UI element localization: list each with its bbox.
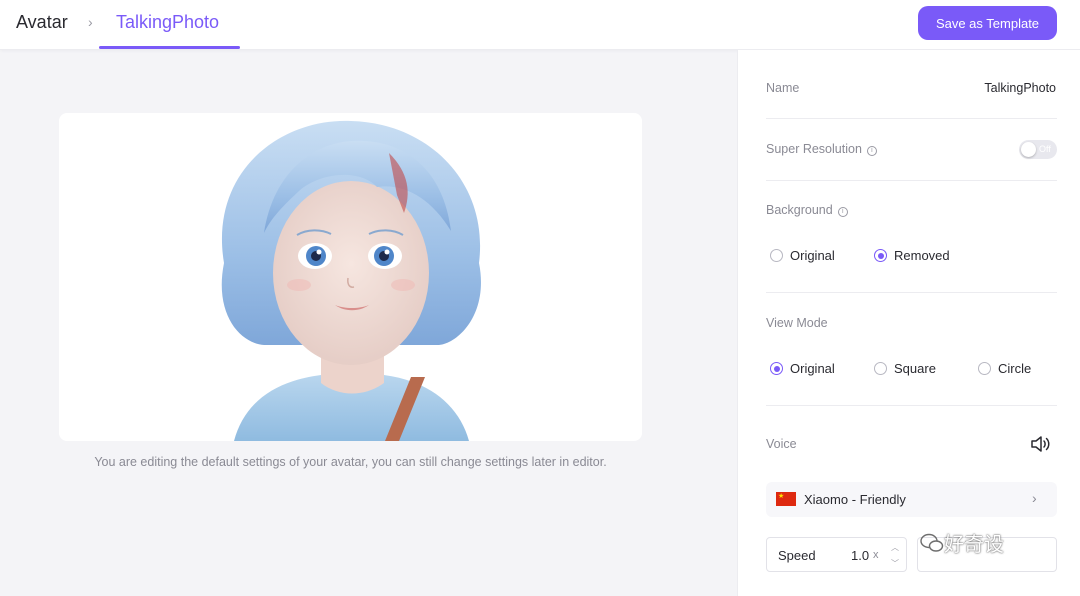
super-resolution-toggle[interactable]: Off <box>1019 140 1057 159</box>
avatar-portrait-image <box>221 120 481 441</box>
radio-unselected <box>978 362 991 375</box>
china-flag-icon: ★ <box>776 492 796 506</box>
toggle-knob <box>1021 142 1036 157</box>
speaker-icon[interactable] <box>1030 434 1050 454</box>
divider <box>766 292 1057 293</box>
watermark-text: 好奇设 <box>944 532 1004 556</box>
background-text: Background <box>766 203 833 217</box>
toggle-state-text: Off <box>1039 144 1051 154</box>
save-as-template-button[interactable]: Save as Template <box>918 6 1057 40</box>
radio-label: Square <box>894 361 936 376</box>
avatar-preview-card <box>59 113 642 441</box>
chevron-up-icon[interactable]: ︿ <box>891 542 899 553</box>
view-mode-option-original[interactable]: Original <box>770 361 835 376</box>
speed-label: Speed <box>778 548 816 563</box>
breadcrumb-separator-icon: › <box>88 14 93 30</box>
preview-caption: You are editing the default settings of … <box>94 455 607 469</box>
radio-label: Original <box>790 361 835 376</box>
background-option-original[interactable]: Original <box>770 248 835 263</box>
view-mode-option-circle[interactable]: Circle <box>978 361 1031 376</box>
voice-name: Xiaomo - Friendly <box>804 492 906 507</box>
divider <box>766 405 1057 406</box>
breadcrumb-current[interactable]: TalkingPhoto <box>116 12 219 33</box>
voice-selector[interactable]: ★ Xiaomo - Friendly › <box>766 482 1057 517</box>
background-option-removed[interactable]: Removed <box>874 248 950 263</box>
speed-unit: x <box>873 549 879 561</box>
name-value[interactable]: TalkingPhoto <box>984 81 1056 95</box>
settings-panel: Name TalkingPhoto Super Resolution i Off … <box>737 50 1080 596</box>
chevron-right-icon: › <box>1032 490 1037 506</box>
top-header: Avatar › TalkingPhoto Save as Template <box>0 0 1080 50</box>
speed-stepper[interactable]: Speed 1.0 x ︿ ﹀ <box>766 537 907 572</box>
super-resolution-label: Super Resolution i <box>766 142 877 156</box>
watermark: 好奇设 <box>920 528 1004 557</box>
wechat-icon <box>920 533 944 552</box>
divider <box>766 118 1057 119</box>
radio-selected <box>770 362 783 375</box>
speed-value[interactable]: 1.0 <box>851 548 869 563</box>
divider <box>766 180 1057 181</box>
view-mode-option-square[interactable]: Square <box>874 361 936 376</box>
info-icon[interactable]: i <box>837 207 848 217</box>
radio-label: Original <box>790 248 835 263</box>
name-label: Name <box>766 81 800 95</box>
view-mode-label: View Mode <box>766 316 828 330</box>
info-icon[interactable]: i <box>866 146 877 156</box>
radio-label: Removed <box>894 248 950 263</box>
radio-selected <box>874 249 887 262</box>
super-resolution-text: Super Resolution <box>766 142 862 156</box>
radio-label: Circle <box>998 361 1032 376</box>
voice-label: Voice <box>766 437 797 451</box>
radio-unselected <box>770 249 783 262</box>
breadcrumb-avatar[interactable]: Avatar <box>16 12 68 33</box>
radio-unselected <box>874 362 887 375</box>
active-tab-underline <box>99 46 240 49</box>
background-label: Background i <box>766 203 848 217</box>
chevron-down-icon[interactable]: ﹀ <box>891 558 899 569</box>
